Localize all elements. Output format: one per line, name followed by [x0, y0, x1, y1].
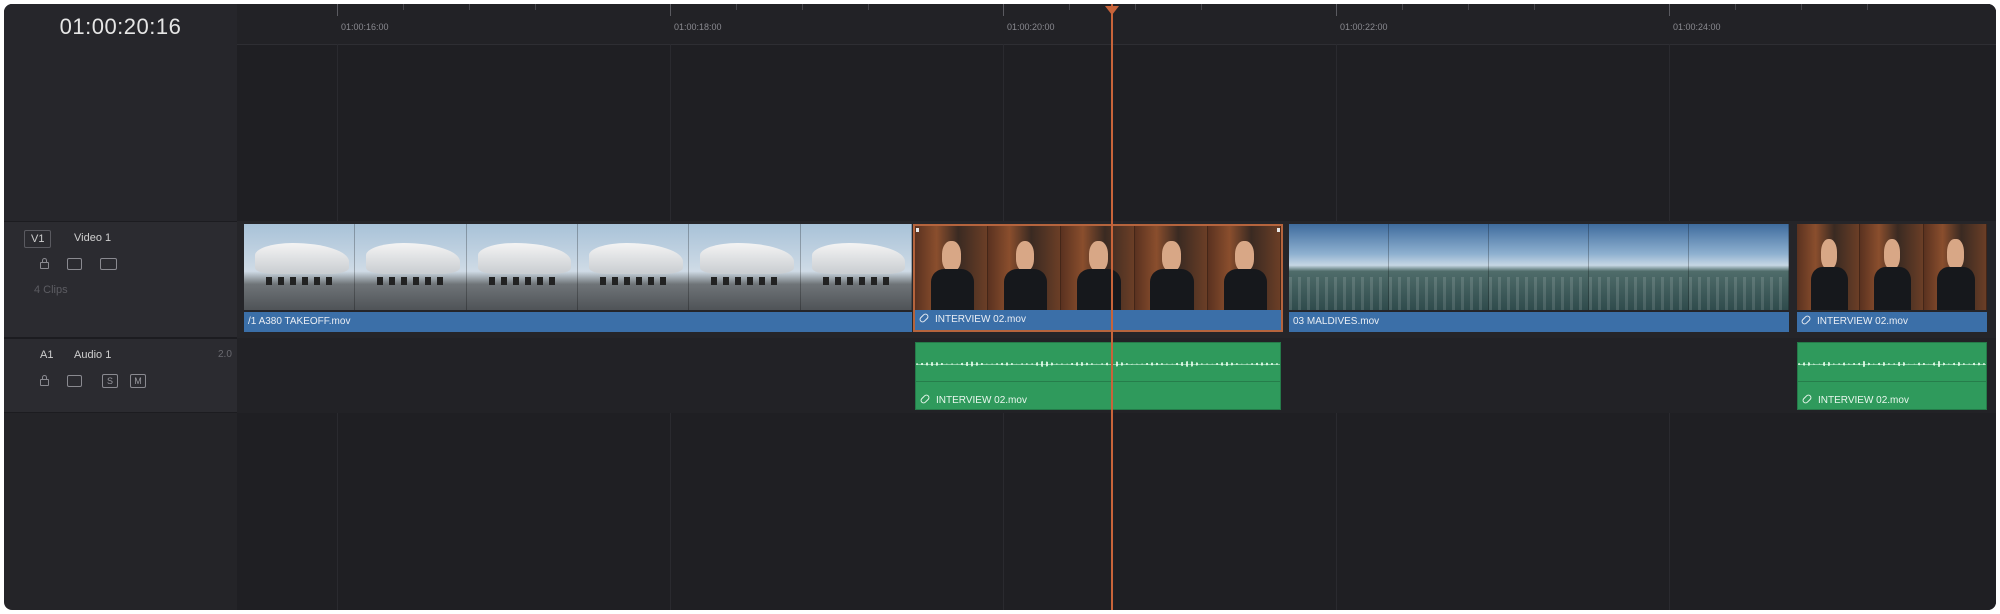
audio-track-header[interactable]: A1 Audio 1 2.0 S M: [4, 338, 237, 413]
clip-edge-marker[interactable]: [1277, 228, 1280, 232]
track-badge-a1[interactable]: A1: [40, 349, 53, 361]
video-track-header[interactable]: V1 Video 1 4 Clips: [4, 221, 237, 338]
clip-label: INTERVIEW 02.mov: [1797, 312, 1987, 332]
lock-icon[interactable]: [40, 258, 49, 269]
ruler-label: 01:00:22:00: [1340, 22, 1388, 32]
video-clip-selected[interactable]: INTERVIEW 02.mov: [913, 224, 1283, 332]
video-clip[interactable]: /1 A380 TAKEOFF.mov: [244, 224, 912, 332]
clip-label: 03 MALDIVES.mov: [1289, 312, 1789, 332]
clip-thumbnails: [244, 224, 912, 310]
screen-icon[interactable]: [100, 258, 117, 270]
clip-label: INTERVIEW 02.mov: [915, 310, 1281, 330]
track-name-audio[interactable]: Audio 1: [74, 349, 111, 361]
lock-icon[interactable]: [40, 375, 49, 386]
video-monitor-icon[interactable]: [67, 258, 82, 270]
video-clip[interactable]: INTERVIEW 02.mov: [1797, 224, 1987, 332]
link-icon: [918, 312, 930, 325]
playhead[interactable]: [1111, 4, 1113, 610]
ruler-label: 01:00:20:00: [1007, 22, 1055, 32]
link-icon: [1801, 393, 1813, 406]
playhead-handle[interactable]: [1105, 6, 1119, 15]
audio-format: 2.0: [218, 349, 232, 360]
solo-button[interactable]: S: [102, 374, 118, 388]
audio-clip-label: INTERVIEW 02.mov: [919, 393, 1027, 406]
track-badge-v1[interactable]: V1: [24, 230, 52, 248]
clip-thumbnails: [1797, 224, 1987, 310]
timeline-window: 01:00:20:16 V1 Video 1 4 Clips A1 Audio …: [4, 4, 1996, 610]
ruler-label: 01:00:24:00: [1673, 22, 1721, 32]
audio-monitor-icon[interactable]: [67, 375, 82, 387]
link-icon: [919, 393, 931, 406]
link-icon: [1800, 314, 1812, 327]
timecode-display[interactable]: 01:00:20:16: [4, 14, 237, 40]
clip-thumbnails: [1289, 224, 1789, 310]
audio-clip[interactable]: INTERVIEW 02.mov: [915, 342, 1281, 410]
ruler-label: 01:00:16:00: [341, 22, 389, 32]
timeline-area[interactable]: 01:00:16:00 01:00:18:00 01:00:20:00 01:0…: [237, 4, 1996, 610]
timecode-panel: 01:00:20:16: [4, 4, 238, 221]
audio-clip-label: INTERVIEW 02.mov: [1801, 393, 1909, 406]
clip-thumbnails: [915, 226, 1281, 312]
clip-edge-marker[interactable]: [916, 228, 919, 232]
audio-clip[interactable]: INTERVIEW 02.mov: [1797, 342, 1987, 410]
mute-button[interactable]: M: [130, 374, 146, 388]
track-name-video[interactable]: Video 1: [74, 232, 111, 244]
clip-count: 4 Clips: [34, 284, 68, 296]
clip-label: /1 A380 TAKEOFF.mov: [244, 312, 912, 332]
video-clip[interactable]: 03 MALDIVES.mov: [1289, 224, 1789, 332]
ruler-label: 01:00:18:00: [674, 22, 722, 32]
